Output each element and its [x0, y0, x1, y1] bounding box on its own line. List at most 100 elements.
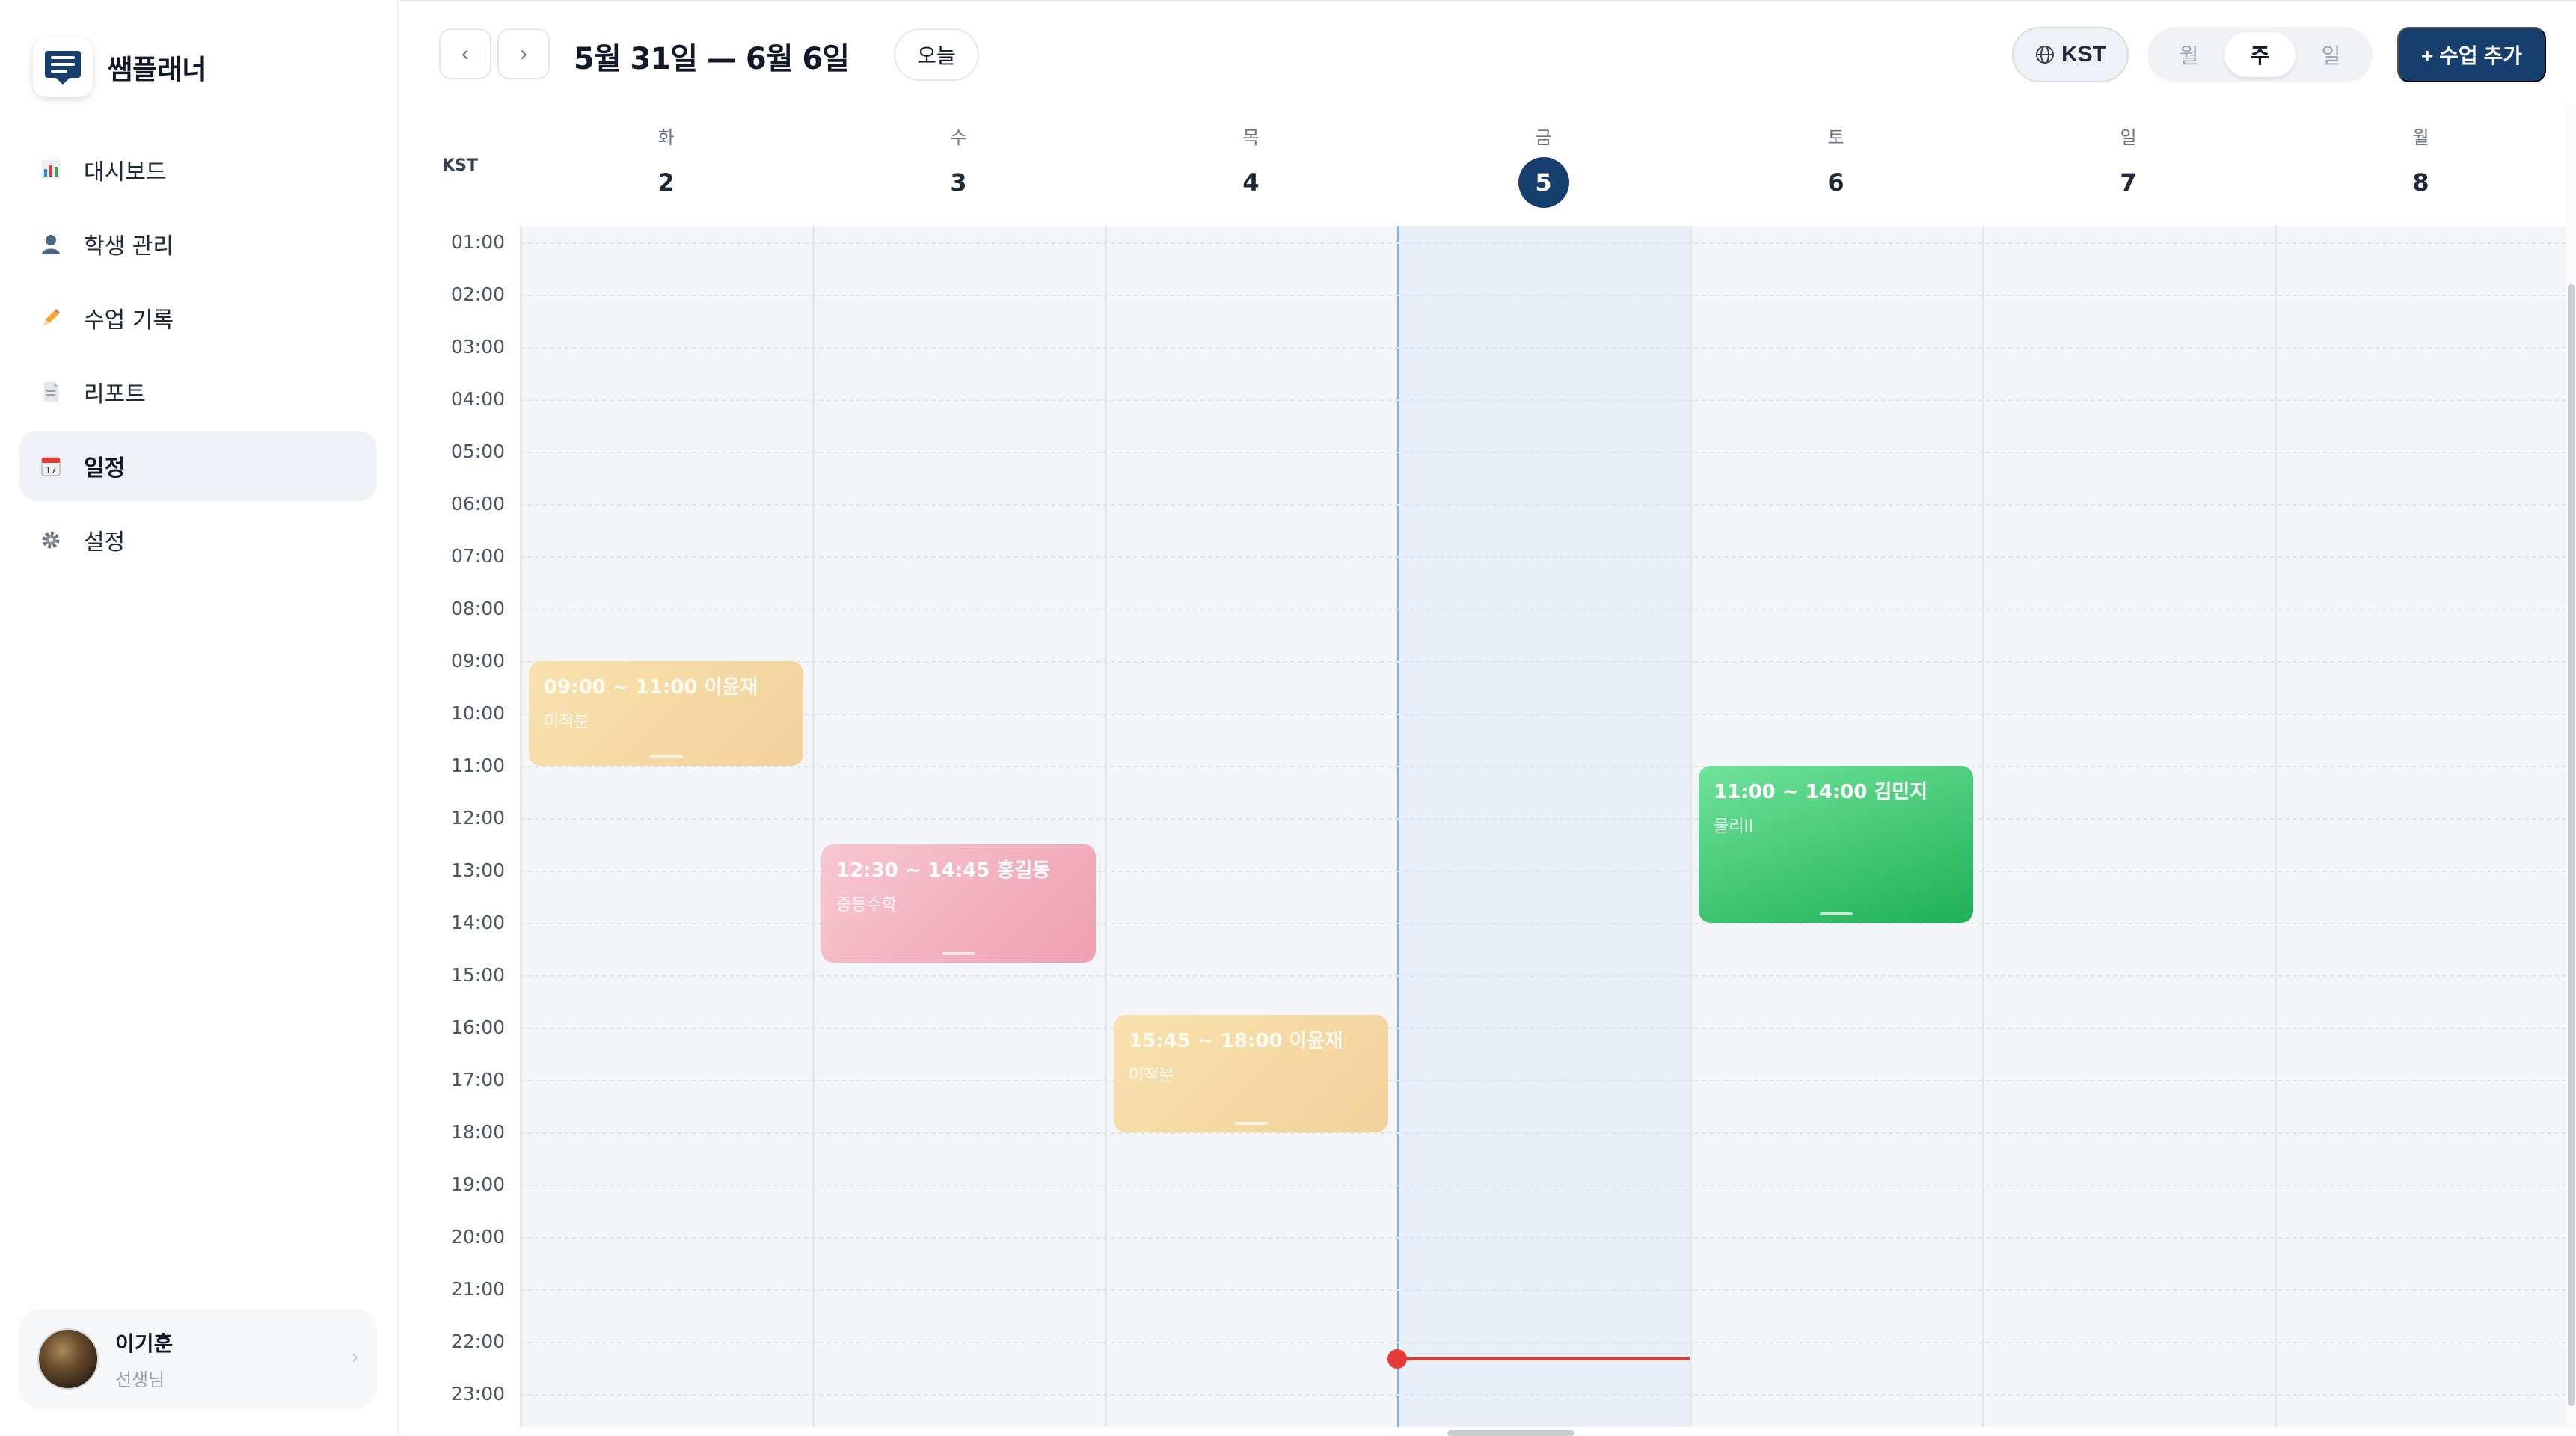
hour-label: 23:00 — [450, 1383, 505, 1405]
document-icon — [37, 378, 64, 405]
hour-label: 19:00 — [450, 1173, 505, 1195]
day-header[interactable]: 일7 — [1982, 105, 2275, 226]
hour-label: 02:00 — [450, 283, 505, 305]
day-header-row: KST 화2수3목4금5토6일7월8 — [400, 105, 2566, 226]
event-subject: 미적분 — [1129, 1066, 1174, 1085]
day-column[interactable] — [1105, 226, 1397, 1427]
sidebar-item-dashboard[interactable]: 대시보드 — [19, 135, 377, 205]
next-week-button[interactable]: › — [497, 28, 550, 79]
day-column[interactable] — [520, 226, 812, 1427]
day-of-week-label: 금 — [1535, 127, 1552, 148]
sidebar-item-label: 대시보드 — [84, 159, 167, 185]
day-header[interactable]: 수3 — [812, 105, 1105, 226]
add-lesson-button[interactable]: + 수업 추가 — [2397, 27, 2546, 82]
day-header[interactable]: 월8 — [2275, 105, 2566, 226]
sidebar-nav: 대시보드 학생 관리 수업 기록 리포트 17 일정 설정 — [19, 135, 377, 579]
date-number: 6 — [1827, 168, 1844, 197]
hour-label: 21:00 — [450, 1278, 505, 1300]
hour-label: 18:00 — [450, 1121, 505, 1143]
resize-handle[interactable] — [942, 951, 975, 955]
hour-gridline — [520, 1080, 2566, 1081]
hour-label: 16:00 — [450, 1016, 505, 1038]
day-of-week-label: 화 — [657, 127, 675, 148]
hour-label: 15:00 — [450, 964, 505, 986]
svg-text:17: 17 — [45, 465, 56, 476]
hour-gridline — [520, 1028, 2566, 1029]
hour-label: 06:00 — [450, 493, 505, 515]
hour-label: 05:00 — [450, 441, 505, 462]
hour-gridline — [520, 1289, 2566, 1291]
lesson-event[interactable]: 09:00 ~ 11:00 이윤재 미적분 — [529, 661, 803, 766]
hour-label: 12:00 — [450, 807, 505, 829]
hour-label: 11:00 — [450, 755, 505, 776]
sidebar-item-settings[interactable]: 설정 — [19, 505, 377, 575]
lesson-event[interactable]: 11:00 ~ 14:00 김민지물리II — [1699, 766, 1973, 923]
day-column[interactable] — [1982, 226, 2275, 1427]
timezone-label: KST — [2061, 42, 2106, 67]
hour-gridline — [520, 1185, 2566, 1186]
event-title: 11:00 ~ 14:00 김민지 — [1714, 781, 1928, 803]
view-month-tab[interactable]: 월 — [2153, 32, 2224, 77]
day-header[interactable]: 목4 — [1105, 105, 1397, 226]
hour-gridline — [520, 714, 2566, 715]
hour-gridline — [520, 347, 2566, 349]
view-week-tab[interactable]: 주 — [2224, 32, 2296, 77]
sidebar: 쌤플래너 대시보드 학생 관리 수업 기록 리포트 17 일정 설정 이기훈 선… — [0, 0, 399, 1436]
hour-gridline — [520, 556, 2566, 558]
sidebar-item-label: 학생 관리 — [84, 233, 174, 260]
week-calendar: KST 화2수3목4금5토6일7월8 01:00 02:00 03:00 04:00 0… — [400, 105, 2566, 1427]
hour-gridline — [520, 1342, 2566, 1343]
hour-gridline — [520, 1394, 2566, 1396]
brand[interactable]: 쌤플래너 — [33, 37, 206, 97]
bar-chart-icon — [37, 156, 64, 183]
day-of-week-label: 목 — [1242, 127, 1260, 148]
lesson-event[interactable]: 15:45 ~ 18:00 이윤재 미적분 — [1114, 1014, 1388, 1132]
hour-gridline — [520, 295, 2566, 296]
today-button[interactable]: 오늘 — [894, 28, 979, 81]
hour-label: 20:00 — [450, 1226, 505, 1248]
day-column[interactable] — [2275, 226, 2566, 1427]
timezone-button[interactable]: KST — [2012, 27, 2129, 82]
day-header[interactable]: 토6 — [1690, 105, 1982, 226]
hour-label: 10:00 — [450, 702, 505, 724]
date-range-title: 5월 31일 — 6월 6일 — [574, 42, 850, 76]
event-title: 12:30 ~ 14:45 홍길동 — [836, 859, 1051, 882]
date-number: 4 — [1242, 168, 1260, 197]
sidebar-item-label: 일정 — [84, 455, 126, 482]
horizontal-scrollbar-thumb[interactable] — [1447, 1430, 1574, 1436]
hour-label: 13:00 — [450, 859, 505, 881]
lesson-event[interactable]: 12:30 ~ 14:45 홍길동 중등수학 — [821, 844, 1096, 963]
sidebar-item-reports[interactable]: 리포트 — [19, 357, 377, 427]
hour-gridline — [520, 452, 2566, 453]
globe-icon — [2036, 46, 2054, 64]
resize-handle[interactable] — [1234, 1122, 1268, 1125]
hour-gridline — [520, 975, 2566, 977]
sidebar-item-students[interactable]: 학생 관리 — [19, 209, 377, 279]
resize-handle[interactable] — [1819, 912, 1853, 915]
day-header[interactable]: 금5 — [1397, 105, 1690, 226]
hour-gridline — [520, 818, 2566, 820]
user-profile-card[interactable]: 이기훈 선생님 › — [19, 1309, 377, 1409]
day-column[interactable] — [812, 226, 1105, 1427]
user-role: 선생님 — [115, 1369, 165, 1390]
hour-gridline — [520, 661, 2566, 663]
date-number: 7 — [2120, 168, 2137, 197]
person-icon — [37, 230, 64, 257]
day-header[interactable]: 화2 — [520, 105, 812, 226]
event-subject: 물리II — [1714, 817, 1754, 836]
sidebar-item-schedule[interactable]: 17 일정 — [19, 431, 377, 501]
vertical-scrollbar-thumb[interactable] — [2568, 284, 2575, 1406]
gear-icon — [37, 527, 64, 553]
prev-week-button[interactable]: ‹ — [439, 28, 491, 79]
resize-handle[interactable] — [649, 755, 683, 758]
time-grid: 01:00 02:00 03:00 04:00 05:00 06:00 07:00 08:00… — [400, 226, 2566, 1427]
view-day-tab[interactable]: 일 — [2296, 32, 2367, 77]
hour-gridline — [520, 1132, 2566, 1134]
pencil-icon — [37, 304, 64, 331]
hour-gridline — [520, 242, 2566, 244]
today-date-badge: 5 — [1518, 157, 1569, 208]
calendar-toolbar: ‹ › 5월 31일 — 6월 6일 오늘 KST 월 주 일 + 수업 추가 — [400, 0, 2576, 105]
day-of-week-label: 수 — [950, 127, 967, 148]
sidebar-item-lesson-records[interactable]: 수업 기록 — [19, 283, 377, 353]
day-column-today[interactable] — [1397, 226, 1690, 1427]
